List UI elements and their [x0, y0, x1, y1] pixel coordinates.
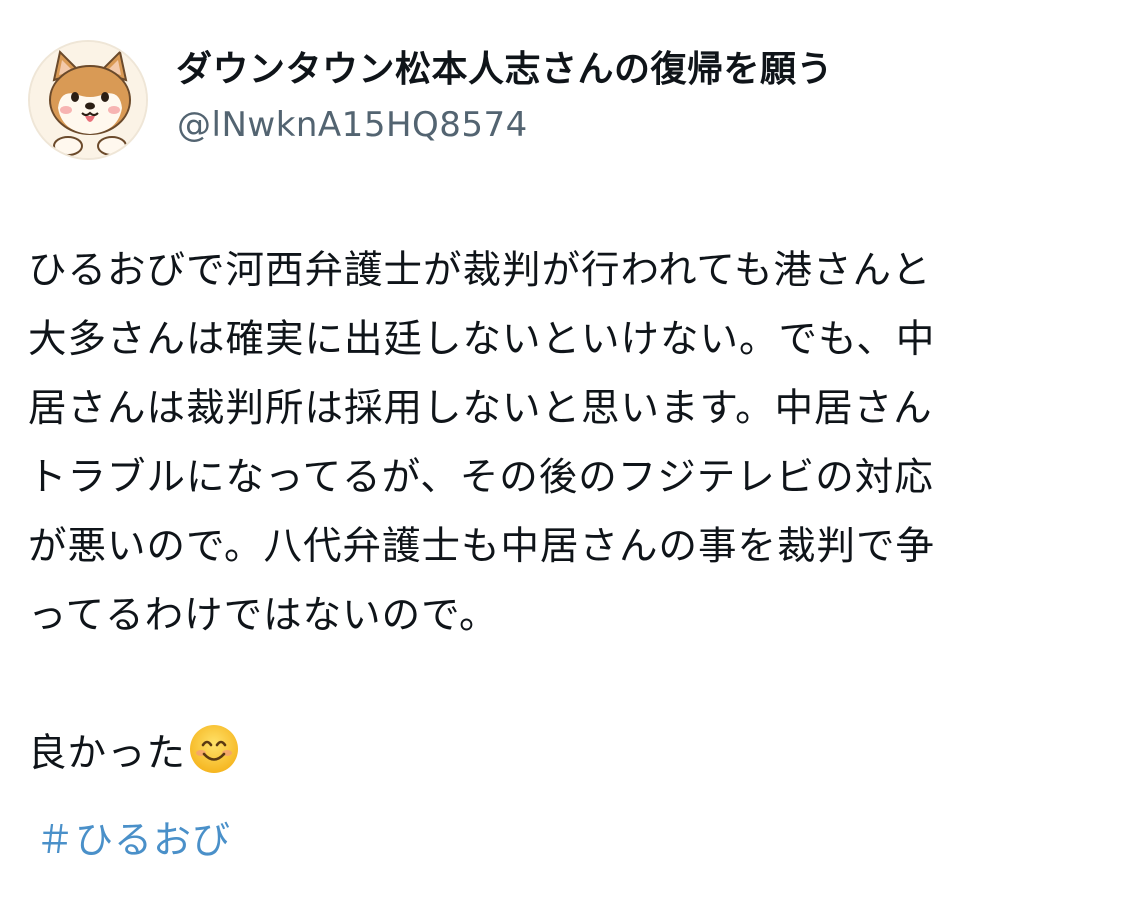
tweet-text: ひるおびで河西弁護士が裁判が行われても港さんと 大多さんは確実に出廷しないといけ…	[28, 236, 1098, 797]
smiling-face-emoji	[188, 723, 240, 797]
tweet-closing-line: 良かった	[28, 719, 1098, 797]
tweet-line: ひるおびで河西弁護士が裁判が行われても港さんと	[28, 248, 932, 293]
display-name[interactable]: ダウンタウン松本人志さんの復帰を願う	[176, 46, 833, 94]
shiba-dog-icon	[30, 42, 146, 158]
user-handle[interactable]: @lNwknA15HQ8574	[177, 102, 528, 148]
tweet-line: 居さんは裁判所は採用しないと思います。中居さん	[28, 386, 933, 431]
tweet-line: 大多さんは確実に出廷しないといけない。でも、中	[28, 317, 936, 362]
tweet-line: ってるわけではないので。	[28, 593, 499, 638]
tweet-closing-text: 良かった	[28, 731, 187, 776]
tweet-line: トラブルになってるが、その後のフジテレビの対応	[28, 455, 934, 500]
tweet-line: が悪いので。八代弁護士も中居さんの事を裁判で争	[28, 524, 935, 569]
avatar[interactable]	[28, 40, 148, 160]
hashtag-link[interactable]: ＃ひるおび	[36, 810, 231, 870]
